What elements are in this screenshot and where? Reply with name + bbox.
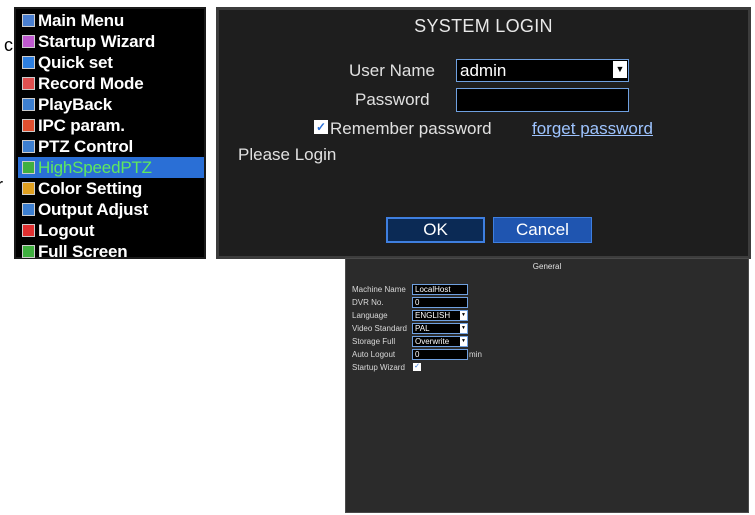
chevron-down-icon[interactable]: ▼ (613, 61, 627, 78)
menu-item-highspeed-ptz[interactable]: HighSpeedPTZ (18, 157, 204, 178)
username-label: User Name (349, 61, 435, 80)
highspeed-ptz-icon (22, 161, 35, 174)
menu-item-label: Color Setting (38, 178, 143, 198)
auto-logout-unit: min (469, 350, 482, 359)
auto-logout-value: 0 (415, 350, 420, 359)
chevron-down-icon[interactable]: ▼ (460, 311, 467, 320)
fullscreen-icon (22, 245, 35, 258)
storage-full-label: Storage Full (352, 337, 396, 346)
cancel-button[interactable]: Cancel (493, 217, 592, 243)
menu-item-ptz-control[interactable]: PTZ Control (18, 136, 204, 157)
machine-name-value: LocalHost (415, 285, 451, 294)
color-icon (22, 182, 35, 195)
language-label: Language (352, 311, 388, 320)
general-settings-panel: General Machine Name LocalHost DVR No. 0… (345, 258, 749, 513)
storage-full-value: Overwrite (415, 337, 450, 346)
ptz-icon (22, 140, 35, 153)
menu-item-label: PTZ Control (38, 136, 134, 156)
menu-item-record-mode[interactable]: Record Mode (18, 73, 204, 94)
edge-mark-top: c (4, 35, 13, 55)
dialog-title: SYSTEM LOGIN (414, 16, 553, 36)
auto-logout-input[interactable]: 0 (412, 349, 468, 360)
menu-item-color-setting[interactable]: Color Setting (18, 178, 204, 199)
quick-set-icon (22, 56, 35, 69)
machine-name-input[interactable]: LocalHost (412, 284, 468, 295)
output-icon (22, 203, 35, 216)
menu-item-playback[interactable]: PlayBack (18, 94, 204, 115)
menu-item-full-screen[interactable]: Full Screen (18, 241, 204, 262)
username-select[interactable]: admin ▼ (456, 59, 629, 82)
video-standard-label: Video Standard (352, 324, 408, 333)
login-dialog: SYSTEM LOGIN User Name admin ▼ Password … (216, 7, 751, 259)
storage-full-select[interactable]: Overwrite ▼ (412, 336, 468, 347)
main-menu: Main Menu Startup Wizard Quick set Recor… (14, 7, 206, 262)
menu-item-label: Record Mode (38, 73, 144, 93)
dvr-no-label: DVR No. (352, 298, 384, 307)
home-icon (22, 14, 35, 27)
menu-item-label: Full Screen (38, 241, 128, 261)
language-value: ENGLISH (415, 311, 451, 320)
menu-item-logout[interactable]: Logout (18, 220, 204, 241)
record-icon (22, 77, 35, 90)
wizard-icon (22, 35, 35, 48)
menu-item-output-adjust[interactable]: Output Adjust (18, 199, 204, 220)
remember-password-label: Remember password (330, 119, 492, 138)
menu-item-label: IPC param. (38, 115, 125, 135)
chevron-down-icon[interactable]: ▼ (460, 337, 467, 346)
forget-password-link[interactable]: forget password (532, 119, 653, 139)
power-icon (22, 224, 35, 237)
video-standard-select[interactable]: PAL ▼ (412, 323, 468, 334)
auto-logout-label: Auto Logout (352, 350, 396, 359)
menu-item-label: Output Adjust (38, 199, 149, 219)
password-input[interactable] (456, 88, 629, 112)
menu-item-label: Main Menu (38, 10, 125, 30)
menu-item-label: PlayBack (38, 94, 113, 114)
menu-item-label: Quick set (38, 52, 113, 72)
playback-icon (22, 98, 35, 111)
startup-wizard-checkbox[interactable]: ✓ (413, 363, 421, 371)
machine-name-label: Machine Name (352, 285, 406, 294)
menu-item-quick-set[interactable]: Quick set (18, 52, 204, 73)
ok-button[interactable]: OK (386, 217, 485, 243)
language-select[interactable]: ENGLISH ▼ (412, 310, 468, 321)
menu-item-ipc-param[interactable]: IPC param. (18, 115, 204, 136)
video-standard-value: PAL (415, 324, 430, 333)
dvr-no-value: 0 (415, 298, 420, 307)
remember-password-checkbox[interactable]: ✓ (314, 120, 328, 134)
edge-mark-middle: r (0, 175, 3, 196)
menu-item-startup-wizard[interactable]: Startup Wizard (18, 31, 204, 52)
ipc-icon (22, 119, 35, 132)
dvr-no-input[interactable]: 0 (412, 297, 468, 308)
menu-item-label: Logout (38, 220, 95, 240)
password-label: Password (355, 90, 430, 109)
username-value: admin (460, 61, 507, 80)
general-title: General (532, 262, 562, 271)
login-status: Please Login (238, 145, 337, 164)
chevron-down-icon[interactable]: ▼ (460, 324, 467, 333)
menu-item-label: Startup Wizard (38, 31, 155, 51)
startup-wizard-label: Startup Wizard (352, 363, 405, 372)
menu-item-label: HighSpeedPTZ (38, 157, 152, 177)
menu-item-main-menu[interactable]: Main Menu (18, 10, 204, 31)
